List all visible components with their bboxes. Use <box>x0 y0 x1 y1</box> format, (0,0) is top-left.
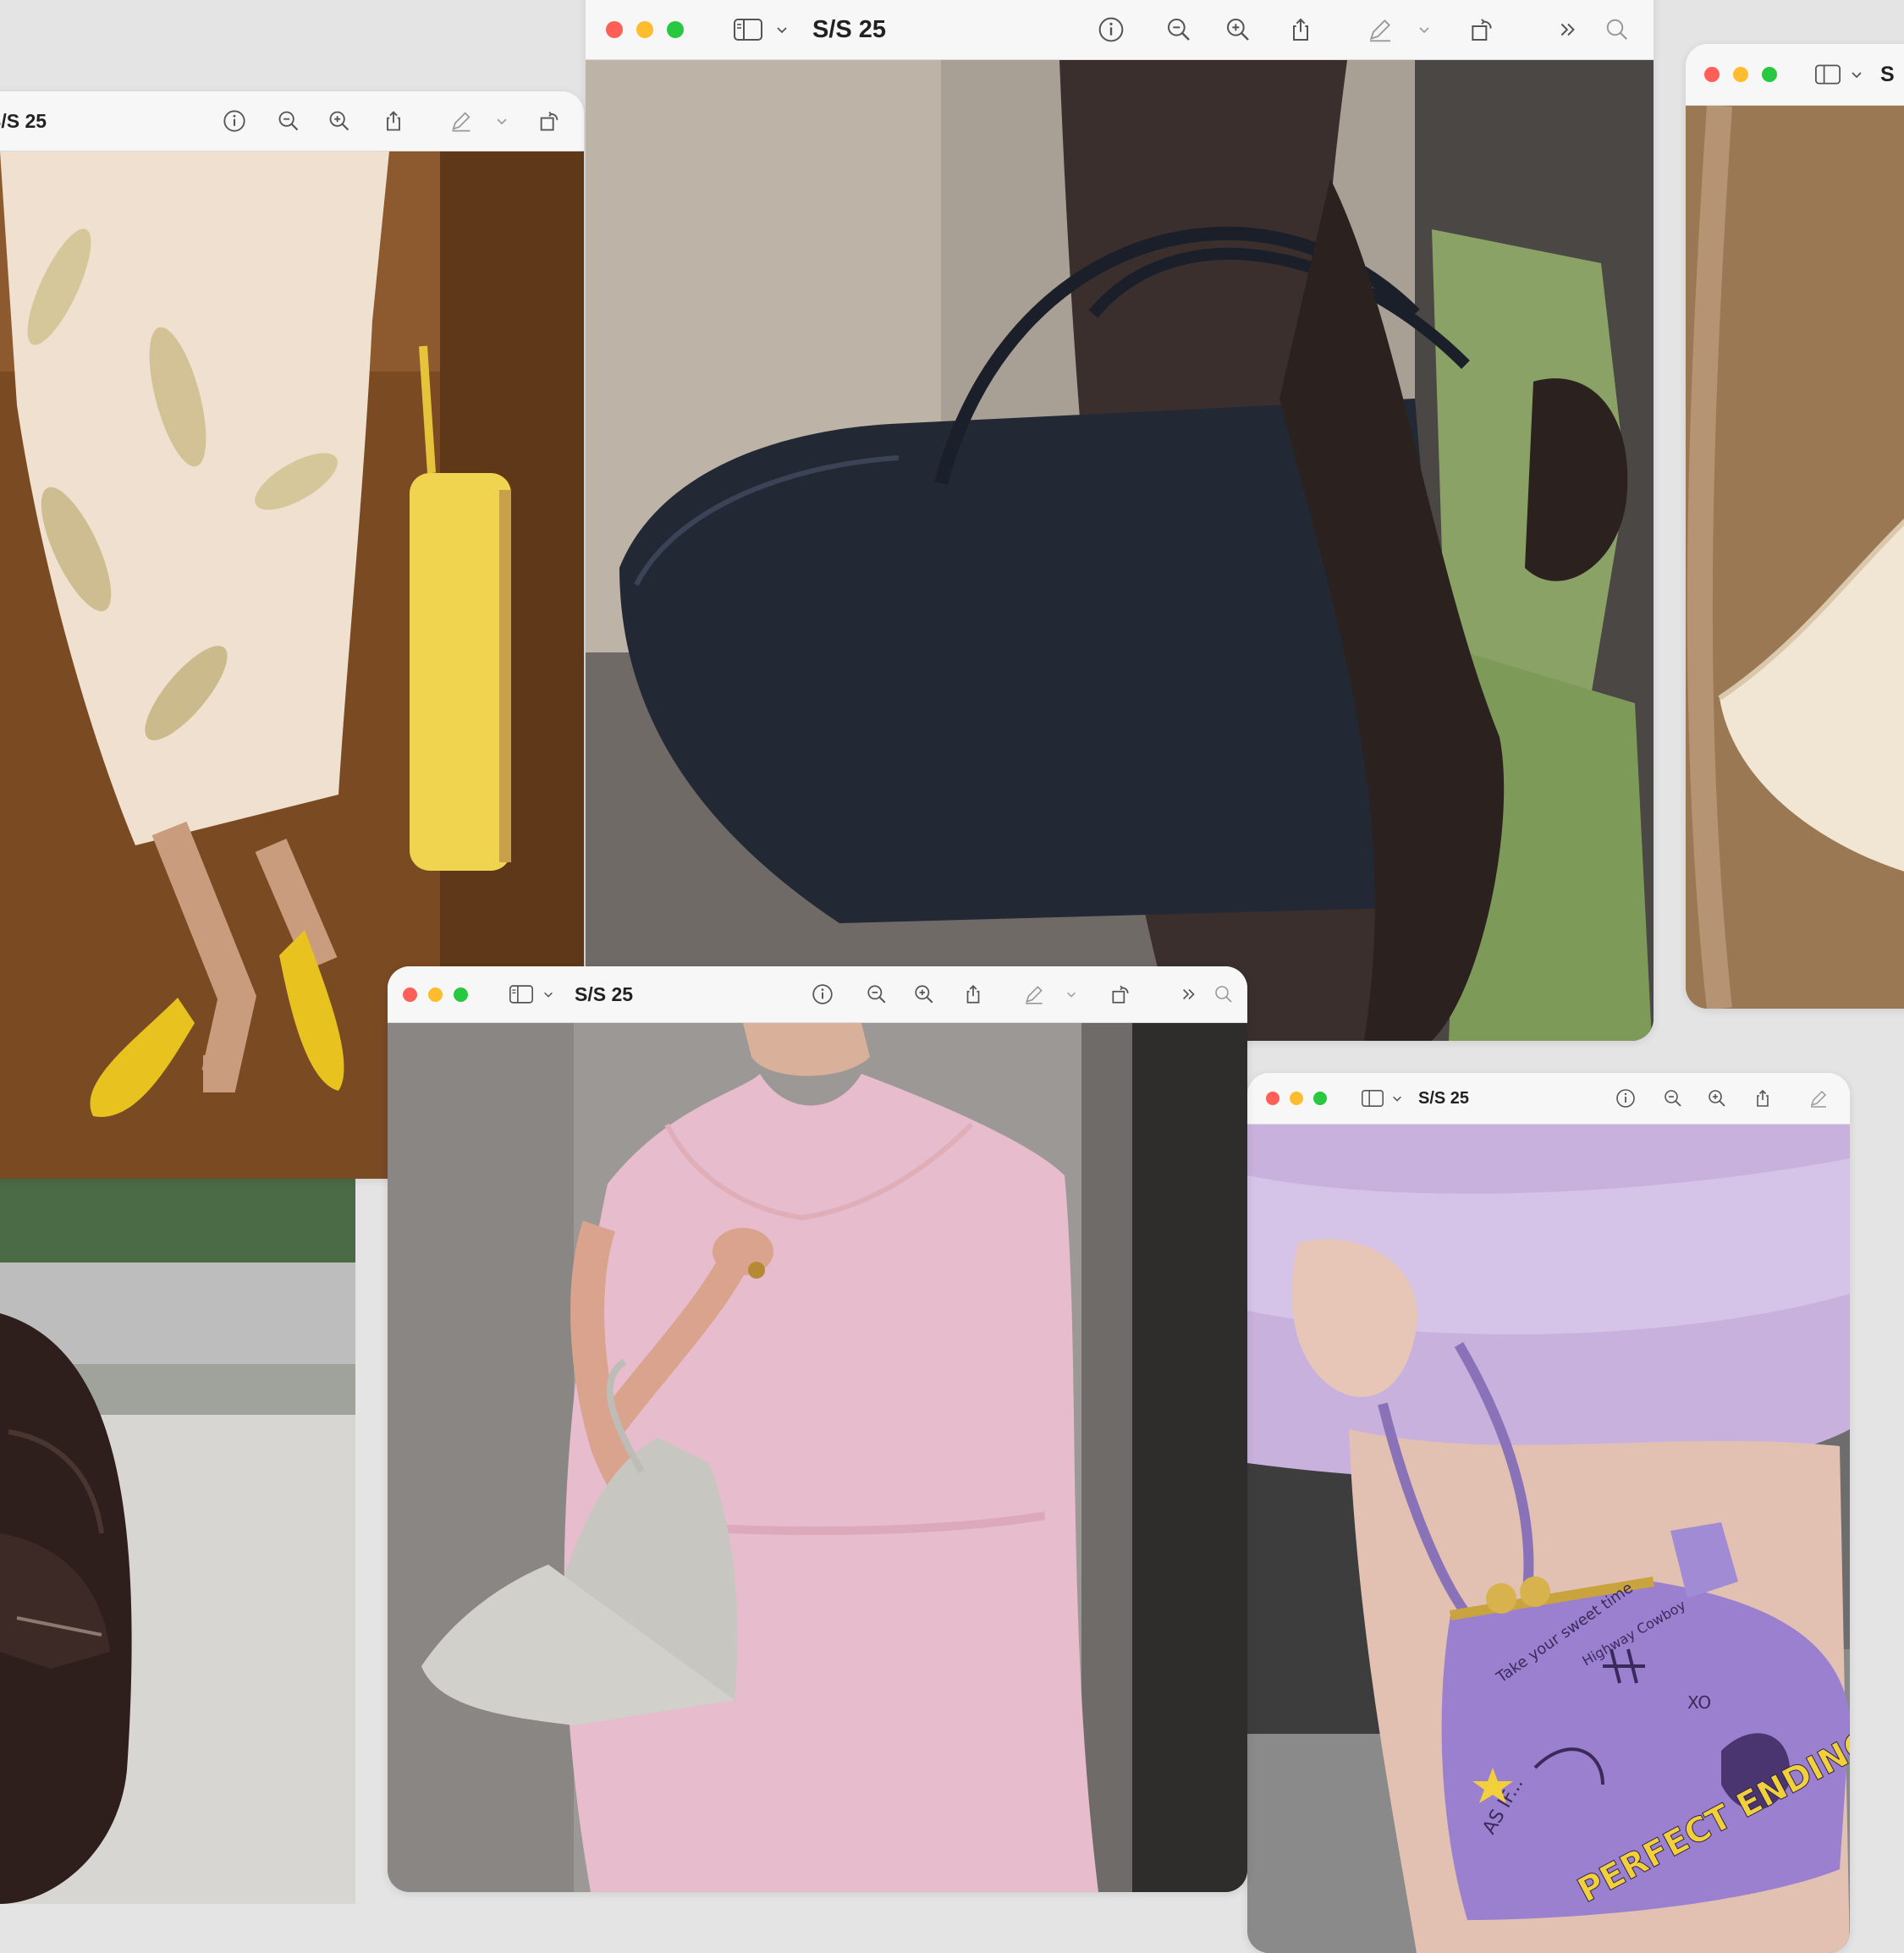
image-canvas <box>1686 106 1904 1009</box>
bag-writing-phrase-4: XO <box>1687 1692 1711 1713</box>
info-icon[interactable] <box>1097 15 1125 44</box>
sidebar-icon[interactable] <box>509 983 534 1005</box>
image-canvas <box>388 1023 1247 1892</box>
close-button[interactable] <box>1266 1092 1279 1105</box>
window-title: S/S 25 <box>1418 1088 1470 1108</box>
markup-pen-icon[interactable] <box>1022 982 1046 1006</box>
markup-pen-icon[interactable] <box>1808 1087 1830 1109</box>
preview-window-grey-bag[interactable]: S/S 25 <box>388 966 1247 1892</box>
chevron-down-icon[interactable] <box>1848 63 1865 86</box>
minimize-button[interactable] <box>1290 1092 1303 1105</box>
backpack-photo <box>0 1178 355 1904</box>
window-title: S/S 25 <box>812 15 887 43</box>
zoom-button[interactable] <box>1313 1092 1327 1105</box>
share-icon[interactable] <box>961 982 985 1006</box>
zoom-in-icon[interactable] <box>1706 1087 1728 1109</box>
traffic-lights <box>403 987 468 1002</box>
search-icon[interactable] <box>1212 982 1235 1006</box>
titlebar[interactable]: S <box>1686 44 1904 106</box>
zoom-out-icon[interactable] <box>1164 15 1193 44</box>
window-title: S <box>1880 62 1895 86</box>
zoom-out-icon[interactable] <box>1662 1087 1684 1109</box>
minimize-button[interactable] <box>1733 67 1748 82</box>
traffic-lights <box>1266 1092 1327 1105</box>
cream-bag-photo <box>1686 106 1904 1009</box>
titlebar[interactable]: S/S 25 <box>586 0 1654 60</box>
chevron-down-icon[interactable] <box>1415 17 1434 42</box>
markup-pen-icon[interactable] <box>1366 15 1395 44</box>
zoom-out-icon[interactable] <box>865 982 889 1006</box>
zoom-button[interactable] <box>1762 67 1777 82</box>
lilac-bag-photo: Take your sweet time Highway Cowboy AS I… <box>1247 1125 1850 1953</box>
rotate-icon[interactable] <box>1467 15 1496 44</box>
close-button[interactable] <box>606 21 623 38</box>
minimize-button[interactable] <box>636 21 653 38</box>
chevron-down-icon[interactable] <box>541 983 556 1005</box>
window-title: S/S 25 <box>575 982 634 1005</box>
info-icon[interactable] <box>811 982 834 1006</box>
grey-bag-photo <box>388 1023 1247 1892</box>
sidebar-icon[interactable] <box>733 17 763 42</box>
preview-window-navy-bag[interactable]: S/S 25 <box>586 0 1654 1041</box>
chevron-down-icon[interactable] <box>1389 1088 1405 1109</box>
titlebar[interactable]: S/S 25 <box>0 91 584 151</box>
more-chevrons-icon[interactable] <box>1555 15 1581 44</box>
sidebar-icon[interactable] <box>1814 63 1841 86</box>
zoom-in-icon[interactable] <box>1224 15 1252 44</box>
info-icon[interactable] <box>1615 1087 1637 1109</box>
chevron-down-icon[interactable] <box>1063 982 1080 1006</box>
zoom-out-icon[interactable] <box>276 108 301 134</box>
preview-window-cream-bag[interactable]: S <box>1686 44 1904 1009</box>
markup-pen-icon[interactable] <box>448 108 474 134</box>
image-canvas <box>586 60 1654 1041</box>
chevron-down-icon[interactable] <box>773 17 790 42</box>
traffic-lights <box>1704 67 1777 82</box>
titlebar[interactable]: S/S 25 <box>388 966 1247 1023</box>
zoom-in-icon[interactable] <box>327 108 352 134</box>
sidebar-icon[interactable] <box>1361 1088 1384 1109</box>
zoom-button[interactable] <box>454 987 468 1002</box>
share-icon[interactable] <box>1752 1087 1774 1109</box>
minimize-button[interactable] <box>428 987 443 1002</box>
zoom-button[interactable] <box>667 21 684 38</box>
preview-window-lilac-bag[interactable]: S/S 25 Take your sweet time Highway Cowb… <box>1247 1073 1850 1953</box>
traffic-lights <box>606 21 684 38</box>
window-title: S/S 25 <box>0 109 47 132</box>
rotate-icon[interactable] <box>1109 982 1132 1006</box>
chevron-down-icon[interactable] <box>493 108 511 134</box>
search-icon[interactable] <box>1603 15 1632 44</box>
close-button[interactable] <box>1704 67 1720 82</box>
zoom-in-icon[interactable] <box>912 982 936 1006</box>
navy-bag-photo <box>586 60 1654 1041</box>
close-button[interactable] <box>403 987 417 1002</box>
share-icon[interactable] <box>1286 15 1315 44</box>
more-chevrons-icon[interactable] <box>1178 982 1200 1006</box>
titlebar[interactable]: S/S 25 <box>1247 1073 1850 1125</box>
info-icon[interactable] <box>222 108 247 134</box>
image-canvas: Take your sweet time Highway Cowboy AS I… <box>1247 1125 1850 1953</box>
share-icon[interactable] <box>381 108 406 134</box>
rotate-icon[interactable] <box>537 108 562 134</box>
